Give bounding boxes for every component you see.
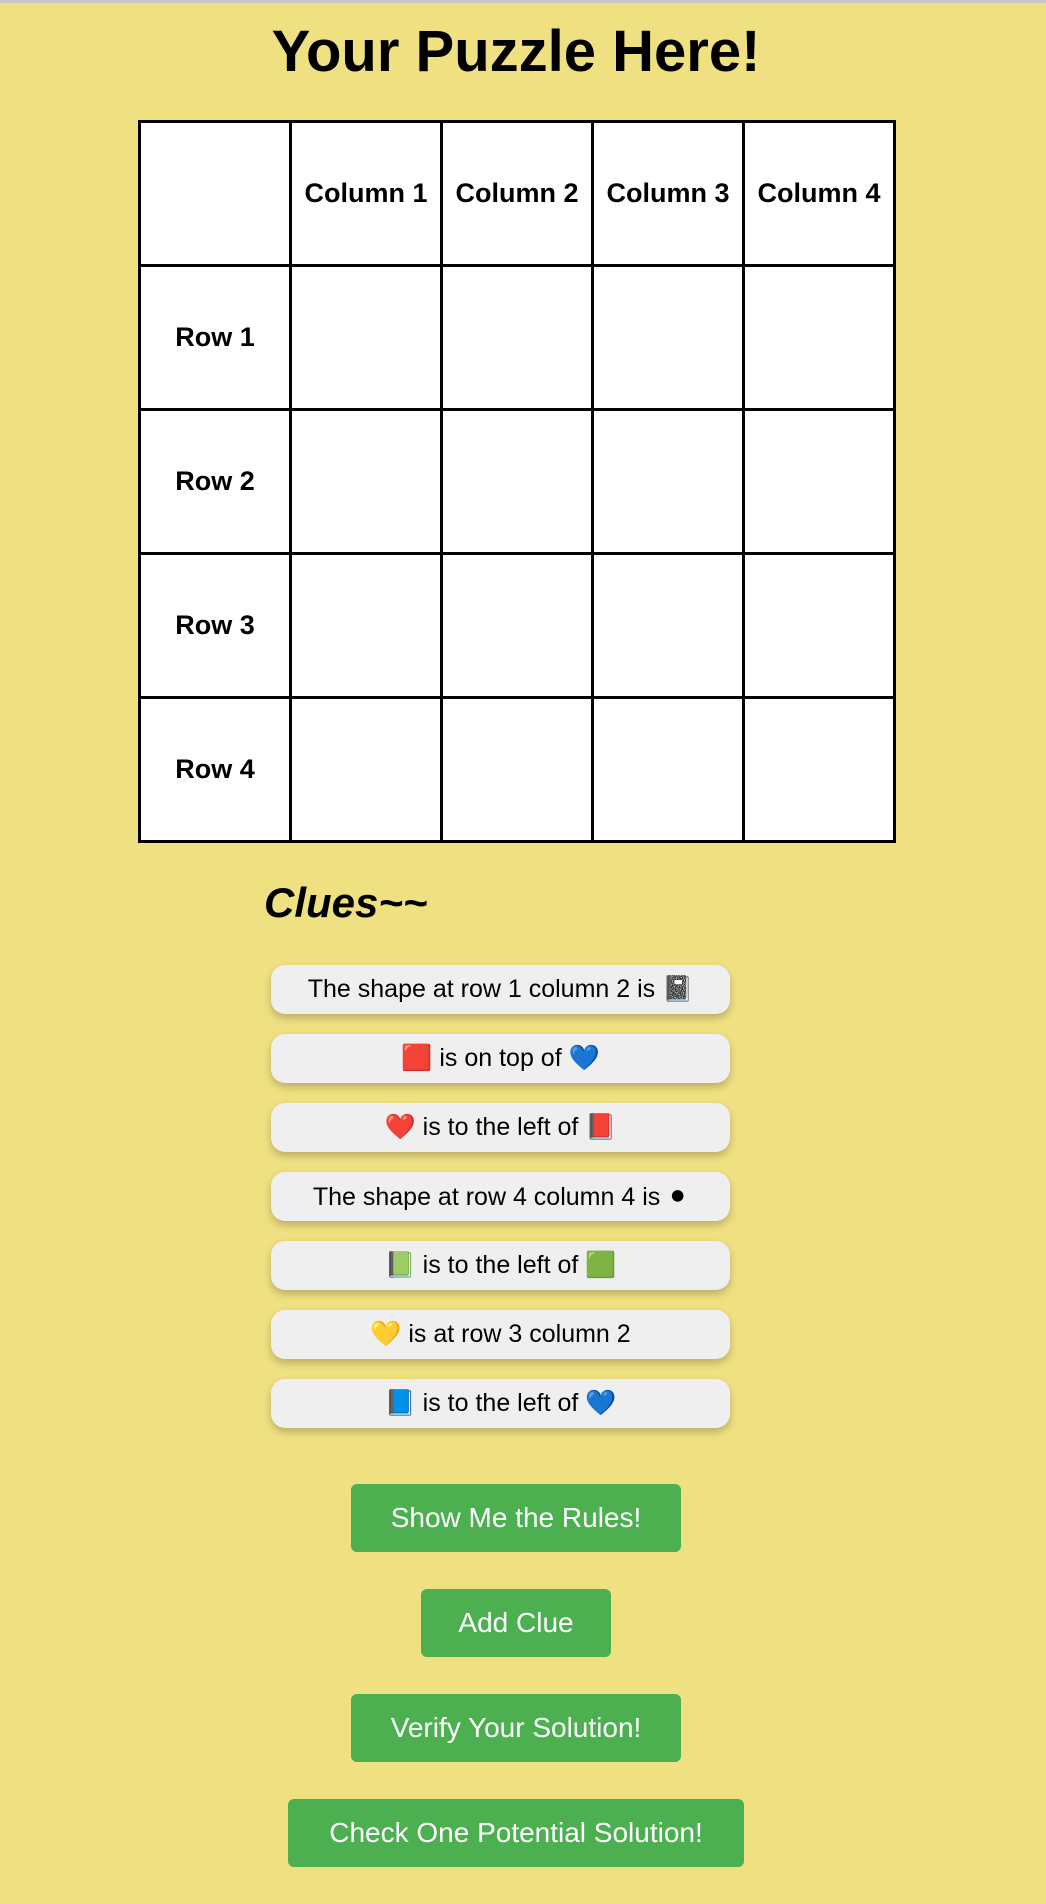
column-header-3: Column 3 <box>591 120 745 267</box>
grid-cell-r4-c3[interactable] <box>591 696 745 843</box>
add-clue-button[interactable]: Add Clue <box>421 1589 611 1657</box>
grid-cell-r3-c3[interactable] <box>591 552 745 699</box>
clue-item: The shape at row 1 column 2 is 📓 <box>271 965 730 1014</box>
clue-item: The shape at row 4 column 4 is ⚫ <box>271 1172 730 1221</box>
grid-cell-r2-c3[interactable] <box>591 408 745 555</box>
grid-cell-r1-c4[interactable] <box>742 264 896 411</box>
puzzle-grid: Column 1 Column 2 Column 3 Column 4 Row … <box>138 120 896 843</box>
column-header-1: Column 1 <box>289 120 443 267</box>
check-potential-solution-button[interactable]: Check One Potential Solution! <box>288 1799 744 1867</box>
grid-cell-r4-c4[interactable] <box>742 696 896 843</box>
row-header-4: Row 4 <box>138 696 292 843</box>
grid-cell-r1-c1[interactable] <box>289 264 443 411</box>
clues-heading: Clues~~ <box>264 879 428 926</box>
grid-cell-r1-c2[interactable] <box>440 264 594 411</box>
grid-row-3: Row 3 <box>138 552 896 699</box>
grid-cell-r3-c2[interactable] <box>440 552 594 699</box>
grid-corner-cell <box>138 120 292 267</box>
clue-list: The shape at row 1 column 2 is 📓 🟥 is on… <box>271 965 730 1448</box>
grid-cell-r4-c1[interactable] <box>289 696 443 843</box>
page-title: Your Puzzle Here! <box>271 19 761 84</box>
grid-cell-r3-c1[interactable] <box>289 552 443 699</box>
show-rules-button[interactable]: Show Me the Rules! <box>351 1484 681 1552</box>
grid-row-4: Row 4 <box>138 696 896 843</box>
grid-cell-r4-c2[interactable] <box>440 696 594 843</box>
grid-cell-r3-c4[interactable] <box>742 552 896 699</box>
clue-item: 🟥 is on top of 💙 <box>271 1034 730 1083</box>
clue-item: 📘 is to the left of 💙 <box>271 1379 730 1428</box>
row-header-3: Row 3 <box>138 552 292 699</box>
row-header-1: Row 1 <box>138 264 292 411</box>
column-header-4: Column 4 <box>742 120 896 267</box>
grid-cell-r2-c2[interactable] <box>440 408 594 555</box>
clue-item: 📗 is to the left of 🟩 <box>271 1241 730 1290</box>
grid-cell-r2-c1[interactable] <box>289 408 443 555</box>
grid-row-2: Row 2 <box>138 408 896 555</box>
grid-cell-r2-c4[interactable] <box>742 408 896 555</box>
grid-cell-r1-c3[interactable] <box>591 264 745 411</box>
clue-item: 💛 is at row 3 column 2 <box>271 1310 730 1359</box>
grid-row-1: Row 1 <box>138 264 896 411</box>
grid-header-row: Column 1 Column 2 Column 3 Column 4 <box>138 120 896 267</box>
column-header-2: Column 2 <box>440 120 594 267</box>
verify-solution-button[interactable]: Verify Your Solution! <box>351 1694 681 1762</box>
clue-item: ❤️ is to the left of 📕 <box>271 1103 730 1152</box>
row-header-2: Row 2 <box>138 408 292 555</box>
